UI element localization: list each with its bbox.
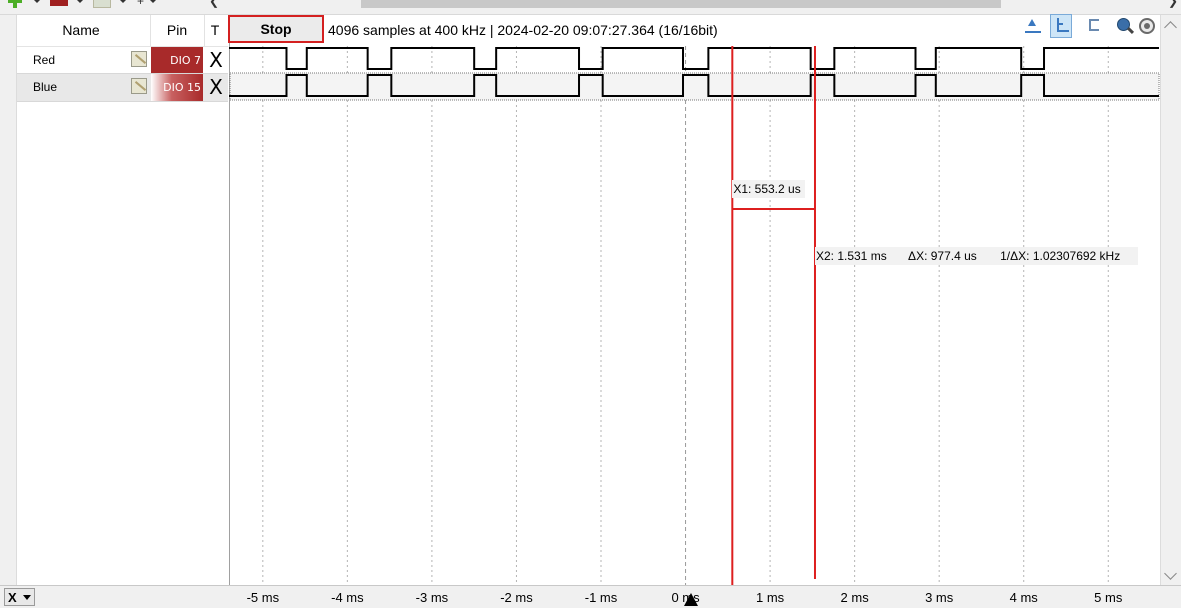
cursor-frequency-label: 1/ΔX: 1.02307692 kHz	[1000, 249, 1121, 263]
x-axis-tick-label: 5 ms	[1094, 590, 1123, 605]
scroll-up-icon[interactable]	[1164, 21, 1177, 34]
x-axis-tick-label: -5 ms	[246, 590, 280, 605]
x-axis-selector-label: X	[8, 590, 17, 605]
zoom-icon[interactable]	[1114, 15, 1136, 39]
scroll-down-icon[interactable]	[1164, 567, 1177, 580]
x-axis-tick-label: -1 ms	[584, 590, 618, 605]
settings-gear-icon[interactable]	[1137, 15, 1159, 39]
measure-tool-icon[interactable]	[1050, 14, 1072, 38]
x-axis-tick-label: -4 ms	[331, 590, 364, 605]
cursor-x2-label: X2: 1.531 ms	[815, 249, 887, 263]
x-axis-tick-label: 2 ms	[840, 590, 869, 605]
red-channel-trace	[229, 47, 1159, 70]
cursor-tool-icon[interactable]	[1022, 15, 1044, 39]
x-axis-tick-label: -3 ms	[415, 590, 449, 605]
chevron-down-icon[interactable]	[23, 595, 31, 600]
waveform-canvas	[229, 46, 1160, 585]
x-axis-tick-label: -2 ms	[500, 590, 533, 605]
cursor-delta-label: ΔX: 977.4 us	[908, 249, 977, 263]
align-tool-icon[interactable]	[1083, 15, 1105, 39]
x-axis-selector[interactable]: X	[4, 588, 35, 606]
x-axis-tick-label: 4 ms	[1009, 590, 1038, 605]
trigger-position-marker[interactable]	[684, 593, 698, 606]
cursor-x1-readout: X1: 553.2 us	[732, 180, 805, 198]
vertical-scrollbar[interactable]	[1160, 15, 1181, 585]
acquisition-status: 4096 samples at 400 kHz | 2024-02-20 09:…	[328, 22, 718, 38]
x-axis-tick-label: 1 ms	[755, 590, 785, 605]
x-axis-tick-label: 3 ms	[925, 590, 954, 605]
cursor-x2-readout: X2: 1.531 ms ΔX: 977.4 us 1/ΔX: 1.023076…	[814, 247, 1138, 265]
stop-button[interactable]: Stop	[228, 15, 324, 43]
